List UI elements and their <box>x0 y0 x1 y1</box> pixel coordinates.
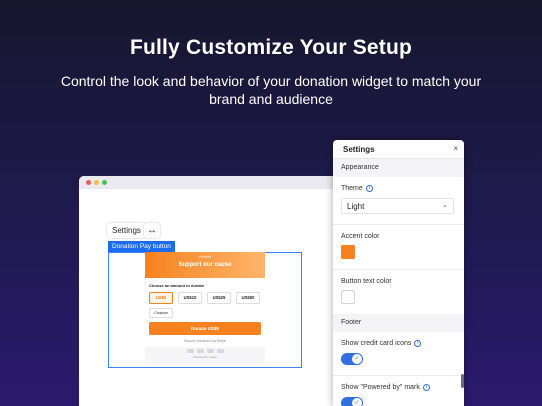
show-cards-toggle[interactable]: ✓ <box>341 353 363 365</box>
donation-widget: Website Support our cause Choose an amou… <box>145 252 265 363</box>
hero-title: Fully Customize Your Setup <box>129 36 413 59</box>
amex-card-icon <box>206 349 214 353</box>
hero-subtitle: Control the look and behavior of your do… <box>60 73 482 107</box>
check-icon: ✓ <box>352 398 362 406</box>
show-cards-label: Show credit card icons i <box>341 340 464 347</box>
generic-card-icon <box>216 349 224 353</box>
info-icon[interactable]: i <box>422 384 430 391</box>
button-text-color-swatch[interactable] <box>341 290 355 304</box>
amount-option[interactable]: US$50 <box>236 292 260 304</box>
amount-options: US$5 US$10 US$25 US$50 <box>149 292 265 304</box>
settings-chip[interactable]: Settings <box>107 223 146 238</box>
theme-select[interactable]: Light ⌄ <box>341 198 454 214</box>
check-icon: ✓ <box>352 354 362 364</box>
theme-label-text: Theme <box>341 185 363 192</box>
theme-label: Theme i <box>341 185 464 192</box>
widget-title: Support our cause <box>178 262 232 268</box>
divider <box>333 269 464 270</box>
panel-scrollbar[interactable] <box>461 374 464 388</box>
choose-amount-label: Choose an amount to donate <box>149 283 205 288</box>
minimize-dot-icon[interactable] <box>94 180 99 185</box>
panel-title: Settings <box>343 145 375 154</box>
divider <box>333 375 464 376</box>
credit-card-icons <box>145 349 265 353</box>
accent-color-label: Accent color <box>341 233 380 240</box>
show-powered-label: Show "Powered by" mark i <box>341 384 464 391</box>
panel-header: Settings × <box>333 140 464 159</box>
selection-label[interactable]: Donation Pay button <box>108 241 175 252</box>
custom-amount-button[interactable]: Custom <box>149 308 173 318</box>
widget-org: Website <box>198 255 212 259</box>
move-icon[interactable]: ↔ <box>144 223 160 238</box>
mastercard-card-icon <box>196 349 204 353</box>
widget-footer: Powered by stripe <box>145 347 265 363</box>
powered-by-text: Powered by stripe <box>192 355 217 359</box>
appearance-section-header: Appearance <box>333 159 464 177</box>
accent-color-swatch[interactable] <box>341 245 355 259</box>
show-powered-toggle[interactable]: ✓ <box>341 397 363 406</box>
info-icon[interactable]: i <box>365 185 373 192</box>
close-dot-icon[interactable] <box>86 180 91 185</box>
widget-header: Website Support our cause <box>145 252 265 278</box>
close-icon[interactable]: × <box>453 144 458 153</box>
info-icon[interactable]: i <box>414 340 422 347</box>
settings-panel: Settings × Appearance Theme i Light ⌄ Ac… <box>333 140 464 406</box>
maximize-dot-icon[interactable] <box>102 180 107 185</box>
amount-option[interactable]: US$5 <box>149 292 173 304</box>
donate-button[interactable]: Donate US$5 <box>149 322 261 335</box>
chevron-down-icon: ⌄ <box>442 202 448 209</box>
amount-option[interactable]: US$25 <box>207 292 231 304</box>
visa-card-icon <box>186 349 194 353</box>
secure-checkout-text: Secure checkout via Stripe <box>184 339 226 343</box>
button-text-color-label: Button text color <box>341 278 392 285</box>
footer-section-header: Footer <box>333 314 464 332</box>
theme-select-value: Light <box>347 202 365 211</box>
amount-option[interactable]: US$10 <box>178 292 202 304</box>
show-cards-label-text: Show credit card icons <box>341 340 412 347</box>
show-powered-label-text: Show "Powered by" mark <box>341 384 420 391</box>
divider <box>333 224 464 225</box>
